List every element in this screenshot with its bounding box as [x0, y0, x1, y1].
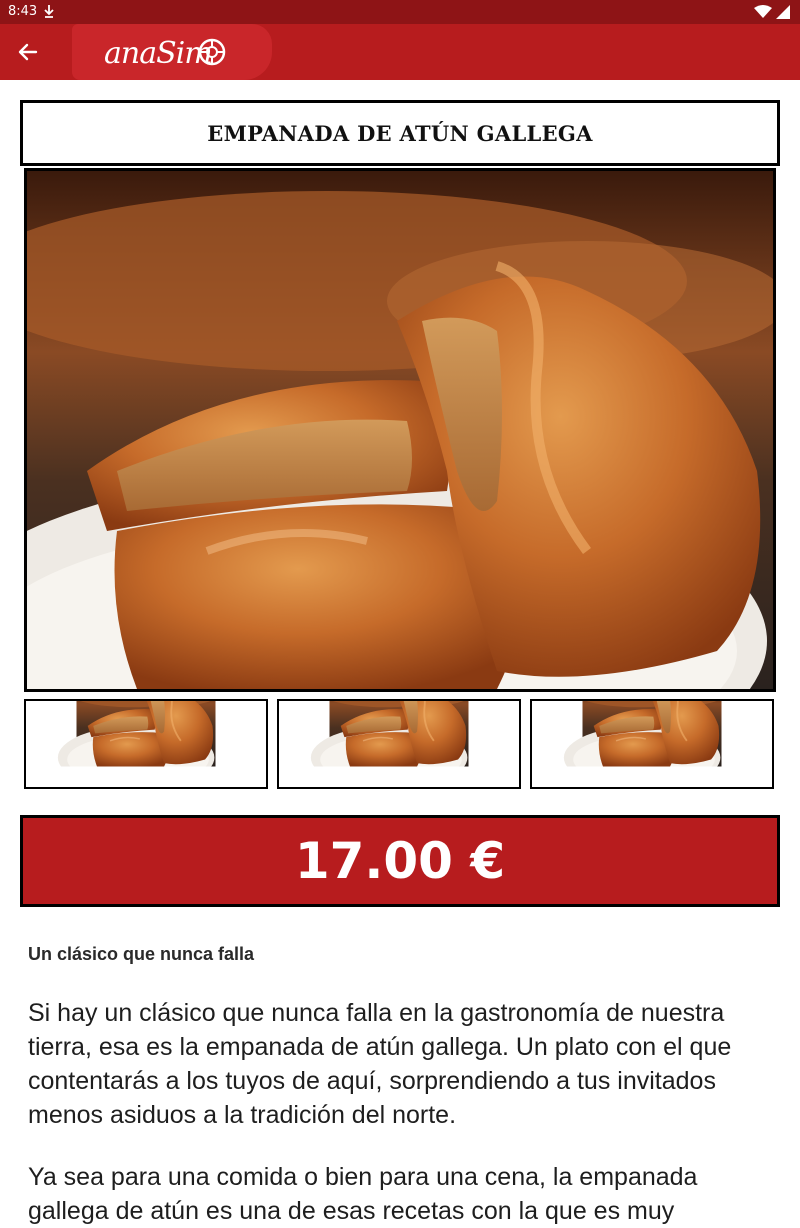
product-thumbnail[interactable]	[530, 699, 774, 789]
arrow-back-icon	[18, 43, 38, 61]
status-icons	[753, 5, 790, 20]
logo-flower-icon	[198, 38, 226, 66]
product-thumbnail[interactable]	[277, 699, 521, 789]
product-title-box: EMPANADA DE ATÚN GALLEGA	[20, 100, 780, 166]
product-price: 17.00 €	[294, 832, 506, 890]
product-title: EMPANADA DE ATÚN GALLEGA	[207, 120, 593, 146]
app-bar: anaSim	[0, 24, 800, 80]
description-paragraph: Si hay un clásico que nunca falla en la …	[28, 999, 732, 1129]
status-bar: 8:43	[0, 0, 800, 24]
price-box: 17.00 €	[20, 815, 780, 907]
back-button[interactable]	[8, 32, 48, 72]
product-thumbnail[interactable]	[24, 699, 268, 789]
product-main-image[interactable]	[24, 168, 776, 692]
status-time: 8:43	[8, 4, 38, 19]
download-notification-icon	[43, 3, 55, 23]
wifi-icon	[753, 5, 772, 18]
app-logo: anaSim	[104, 36, 213, 71]
description-subtitle: Un clásico que nunca falla	[28, 944, 255, 964]
signal-icon	[776, 5, 790, 19]
description-paragraph: Ya sea para una comida o bien para una c…	[28, 1163, 698, 1225]
